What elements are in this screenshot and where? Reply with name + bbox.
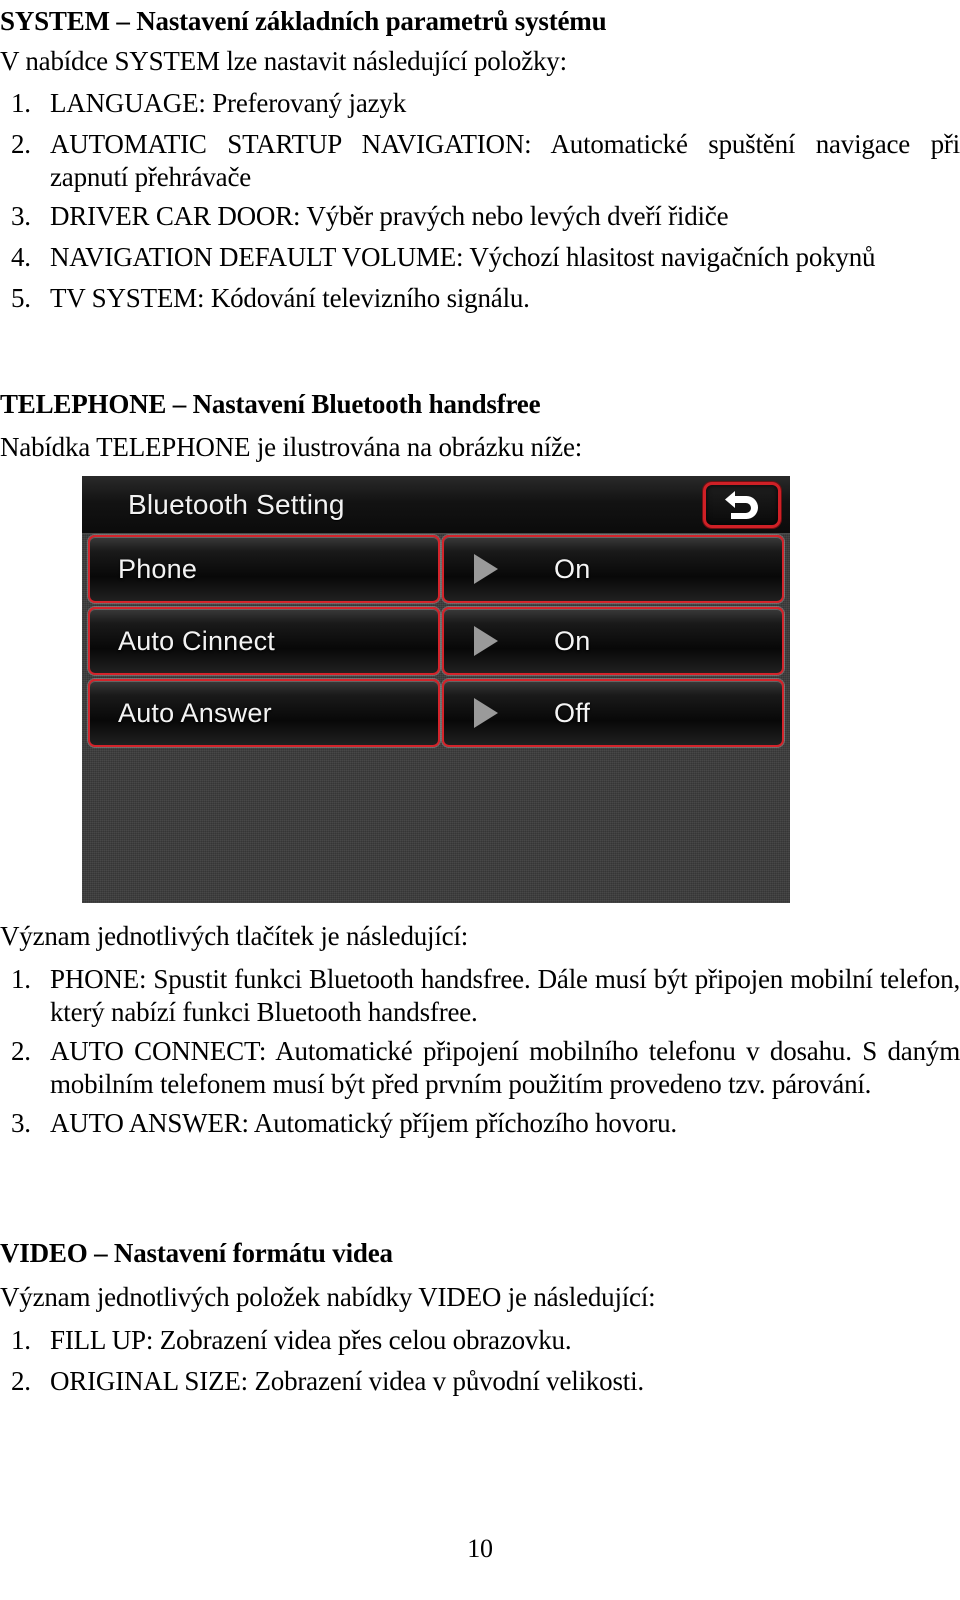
setting-value: Off bbox=[554, 697, 591, 728]
list-item: 3. AUTO ANSWER: Automatický příjem přích… bbox=[0, 1107, 960, 1140]
device-rows: Phone On Auto Cinnect On Auto Answer Off bbox=[82, 535, 790, 751]
list-item-number: 1. bbox=[11, 964, 31, 994]
telephone-intro-line: Nabídka TELEPHONE je ilustrována na obrá… bbox=[0, 431, 960, 463]
list-item-text: ORIGINAL SIZE: Zobrazení videa v původní… bbox=[50, 1365, 644, 1396]
section-video: VIDEO – Nastavení formátu videa bbox=[0, 1238, 960, 1270]
system-item-list: 1. LANGUAGE: Preferovaný jazyk 2. AUTOMA… bbox=[0, 87, 960, 315]
section-telephone: TELEPHONE – Nastavení Bluetooth handsfre… bbox=[0, 389, 960, 421]
play-triangle-icon bbox=[474, 626, 498, 656]
setting-row-auto-connect[interactable]: Auto Cinnect On bbox=[88, 607, 784, 675]
row-label-cell[interactable]: Auto Cinnect bbox=[88, 607, 440, 675]
list-item: 1. LANGUAGE: Preferovaný jazyk bbox=[0, 87, 960, 120]
telephone-buttons-intro-line: Význam jednotlivých tlačítek je následuj… bbox=[0, 920, 960, 952]
list-item: 1. PHONE: Spustit funkci Bluetooth hands… bbox=[0, 963, 960, 1029]
system-heading: SYSTEM – Nastavení základních parametrů … bbox=[0, 6, 607, 36]
list-item: 4. NAVIGATION DEFAULT VOLUME: Výchozí hl… bbox=[0, 241, 960, 274]
list-item-number: 1. bbox=[11, 1325, 31, 1355]
row-value-cell[interactable]: On bbox=[442, 535, 784, 603]
list-item-text: LANGUAGE: Preferovaný jazyk bbox=[50, 88, 406, 118]
setting-row-auto-answer[interactable]: Auto Answer Off bbox=[88, 679, 784, 747]
section-system: SYSTEM – Nastavení základních parametrů … bbox=[0, 6, 960, 38]
list-item-text: FILL UP: Zobrazení videa přes celou obra… bbox=[50, 1325, 572, 1355]
setting-row-phone[interactable]: Phone On bbox=[88, 535, 784, 603]
video-item-list: 1. FILL UP: Zobrazení videa přes celou o… bbox=[0, 1324, 960, 1398]
row-label-cell[interactable]: Phone bbox=[88, 535, 440, 603]
list-item-text: AUTOMATIC STARTUP NAVIGATION: Automatick… bbox=[50, 128, 960, 192]
setting-label: Auto Cinnect bbox=[118, 625, 275, 656]
row-value-cell[interactable]: On bbox=[442, 607, 784, 675]
telephone-item-list: 1. PHONE: Spustit funkci Bluetooth hands… bbox=[0, 963, 960, 1140]
list-item-number: 1. bbox=[11, 88, 31, 118]
telephone-list: 1. PHONE: Spustit funkci Bluetooth hands… bbox=[0, 963, 960, 1140]
page-number: 10 bbox=[467, 1534, 493, 1563]
list-item-text: TV SYSTEM: Kódování televizního signálu. bbox=[50, 282, 530, 313]
list-item-number: 3. bbox=[11, 200, 31, 231]
list-item-text: NAVIGATION DEFAULT VOLUME: Výchozí hlasi… bbox=[50, 241, 876, 272]
list-item: 2. ORIGINAL SIZE: Zobrazení videa v půvo… bbox=[0, 1365, 960, 1398]
list-item-text: PHONE: Spustit funkci Bluetooth handsfre… bbox=[50, 964, 960, 1027]
list-item: 3. DRIVER CAR DOOR: Výběr pravých nebo l… bbox=[0, 200, 960, 233]
list-item: 2. AUTOMATIC STARTUP NAVIGATION: Automat… bbox=[0, 128, 960, 194]
setting-value: On bbox=[554, 625, 591, 656]
system-intro-line: V nabídce SYSTEM lze nastavit následujíc… bbox=[0, 45, 960, 77]
setting-value: On bbox=[554, 553, 591, 584]
list-item-number: 2. bbox=[11, 1365, 31, 1396]
list-item-text: AUTO CONNECT: Automatické připojení mobi… bbox=[50, 1035, 960, 1099]
video-intro: Význam jednotlivých položek nabídky VIDE… bbox=[0, 1282, 656, 1312]
back-arrow-icon bbox=[722, 490, 762, 520]
system-intro: V nabídce SYSTEM lze nastavit následujíc… bbox=[0, 46, 567, 76]
device-header-bar: Bluetooth Setting bbox=[82, 476, 790, 534]
setting-label: Auto Answer bbox=[118, 697, 272, 728]
list-item: 2. AUTO CONNECT: Automatické připojení m… bbox=[0, 1035, 960, 1101]
list-item-text: AUTO ANSWER: Automatický příjem příchozí… bbox=[50, 1107, 677, 1138]
play-triangle-icon bbox=[474, 554, 498, 584]
telephone-intro: Nabídka TELEPHONE je ilustrována na obrá… bbox=[0, 432, 583, 462]
video-intro-line: Význam jednotlivých položek nabídky VIDE… bbox=[0, 1281, 960, 1313]
video-list: 1. FILL UP: Zobrazení videa přes celou o… bbox=[0, 1324, 960, 1398]
setting-label: Phone bbox=[118, 553, 198, 584]
row-value-cell[interactable]: Off bbox=[442, 679, 784, 747]
list-item-number: 4. bbox=[11, 241, 31, 272]
list-item: 5. TV SYSTEM: Kódování televizního signá… bbox=[0, 282, 960, 315]
row-label-cell[interactable]: Auto Answer bbox=[88, 679, 440, 747]
play-triangle-icon bbox=[474, 698, 498, 728]
telephone-buttons-intro: Význam jednotlivých tlačítek je následuj… bbox=[0, 921, 469, 951]
device-screen-title: Bluetooth Setting bbox=[128, 489, 345, 520]
list-item: 1. FILL UP: Zobrazení videa přes celou o… bbox=[0, 1324, 960, 1357]
list-item-number: 2. bbox=[11, 128, 31, 159]
list-item-text: DRIVER CAR DOOR: Výběr pravých nebo levý… bbox=[50, 200, 729, 231]
list-item-number: 3. bbox=[11, 1107, 31, 1138]
back-button[interactable] bbox=[703, 482, 781, 528]
video-heading: VIDEO – Nastavení formátu videa bbox=[0, 1238, 393, 1268]
list-item-number: 2. bbox=[11, 1035, 31, 1066]
list-item-number: 5. bbox=[11, 282, 31, 313]
system-list: 1. LANGUAGE: Preferovaný jazyk 2. AUTOMA… bbox=[0, 87, 960, 315]
telephone-heading: TELEPHONE – Nastavení Bluetooth handsfre… bbox=[0, 389, 541, 419]
document-page: SYSTEM – Nastavení základních parametrů … bbox=[0, 0, 960, 1600]
bluetooth-setting-screenshot: Bluetooth Setting Phone On Auto Cinnect … bbox=[82, 476, 790, 903]
